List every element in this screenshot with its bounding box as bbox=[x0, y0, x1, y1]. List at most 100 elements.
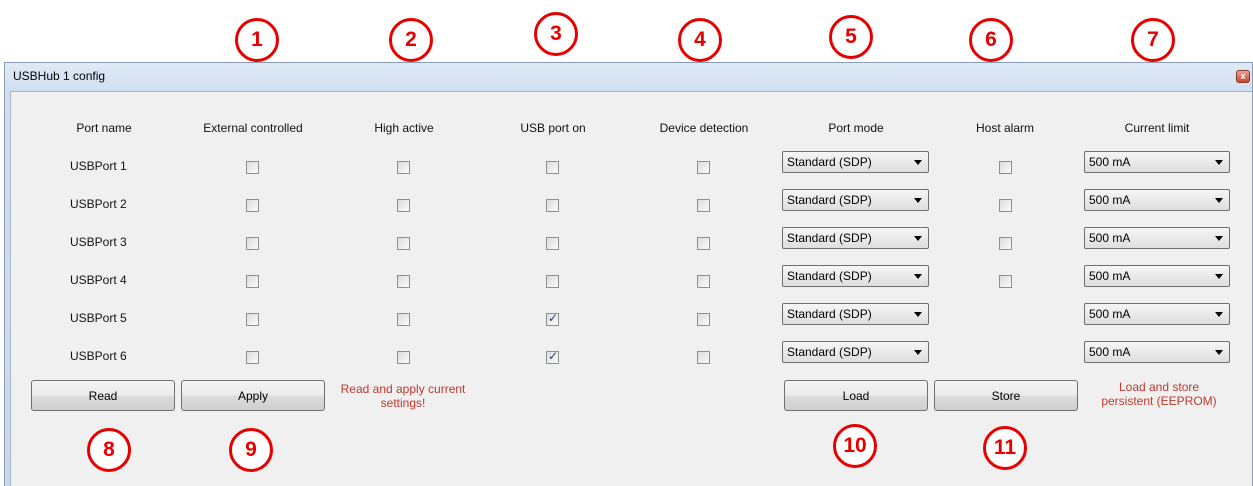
chevron-down-icon[interactable] bbox=[1215, 274, 1223, 279]
high-active-checkbox[interactable] bbox=[397, 199, 410, 212]
port-name-label: USBPort 6 bbox=[70, 349, 127, 363]
callout-2: 2 bbox=[389, 18, 433, 62]
load-button[interactable]: Load bbox=[784, 380, 928, 411]
port-mode-select[interactable]: Standard (SDP) bbox=[782, 151, 929, 173]
callout-7: 7 bbox=[1131, 18, 1175, 62]
device-detection-checkbox[interactable] bbox=[697, 199, 710, 212]
high-active-checkbox[interactable] bbox=[397, 275, 410, 288]
callout-10: 10 bbox=[833, 424, 877, 468]
port-mode-select-value: Standard (SDP) bbox=[787, 231, 872, 245]
load-store-note: Load and store persistent (EEPROM) bbox=[1084, 380, 1234, 408]
host-alarm-checkbox[interactable] bbox=[999, 199, 1012, 212]
current-limit-select[interactable]: 500 mA bbox=[1084, 151, 1230, 173]
chevron-down-icon[interactable] bbox=[914, 274, 922, 279]
current-limit-select-value: 500 mA bbox=[1089, 193, 1131, 207]
port-mode-select-value: Standard (SDP) bbox=[787, 155, 872, 169]
read-button[interactable]: Read bbox=[31, 380, 175, 411]
host-alarm-checkbox[interactable] bbox=[999, 237, 1012, 250]
high-active-checkbox[interactable] bbox=[397, 351, 410, 364]
title-bar[interactable]: USBHub 1 config x bbox=[5, 63, 1252, 90]
chevron-down-icon[interactable] bbox=[1215, 350, 1223, 355]
usb-port-on-checkbox[interactable] bbox=[546, 161, 559, 174]
current-limit-select[interactable]: 500 mA bbox=[1084, 341, 1230, 363]
current-limit-select-value: 500 mA bbox=[1089, 155, 1131, 169]
current-limit-select-value: 500 mA bbox=[1089, 345, 1131, 359]
header-current-limit: Current limit bbox=[1124, 121, 1190, 135]
device-detection-checkbox[interactable] bbox=[697, 313, 710, 326]
header-port-name: Port name bbox=[76, 121, 132, 135]
callout-1: 1 bbox=[235, 18, 279, 62]
device-detection-checkbox[interactable] bbox=[697, 161, 710, 174]
external-controlled-checkbox[interactable] bbox=[246, 237, 259, 250]
callout-11: 11 bbox=[983, 426, 1027, 470]
port-name-label: USBPort 3 bbox=[70, 235, 127, 249]
read-apply-note-line2: settings! bbox=[380, 396, 426, 410]
port-mode-select[interactable]: Standard (SDP) bbox=[782, 189, 929, 211]
chevron-down-icon[interactable] bbox=[1215, 312, 1223, 317]
current-limit-select[interactable]: 500 mA bbox=[1084, 265, 1230, 287]
header-port-mode: Port mode bbox=[828, 121, 884, 135]
usb-port-on-checkbox[interactable] bbox=[546, 311, 559, 326]
high-active-checkbox[interactable] bbox=[397, 313, 410, 326]
usb-port-on-checkbox[interactable] bbox=[546, 275, 559, 288]
header-device-detection: Device detection bbox=[659, 121, 749, 135]
chevron-down-icon[interactable] bbox=[1215, 160, 1223, 165]
port-mode-select[interactable]: Standard (SDP) bbox=[782, 265, 929, 287]
chevron-down-icon[interactable] bbox=[1215, 198, 1223, 203]
usb-port-on-checkbox[interactable] bbox=[546, 349, 559, 364]
port-mode-select-value: Standard (SDP) bbox=[787, 307, 872, 321]
callout-3: 3 bbox=[534, 12, 578, 56]
external-controlled-checkbox[interactable] bbox=[246, 351, 259, 364]
store-button[interactable]: Store bbox=[934, 380, 1078, 411]
close-icon[interactable]: x bbox=[1236, 70, 1250, 83]
chevron-down-icon[interactable] bbox=[914, 236, 922, 241]
host-alarm-checkbox[interactable] bbox=[999, 275, 1012, 288]
current-limit-select[interactable]: 500 mA bbox=[1084, 189, 1230, 211]
callout-9: 9 bbox=[229, 428, 273, 472]
chevron-down-icon[interactable] bbox=[1215, 236, 1223, 241]
load-store-note-line2: persistent (EEPROM) bbox=[1101, 394, 1217, 408]
current-limit-select-value: 500 mA bbox=[1089, 269, 1131, 283]
external-controlled-checkbox[interactable] bbox=[246, 313, 259, 326]
window-title: USBHub 1 config bbox=[13, 69, 106, 83]
chevron-down-icon[interactable] bbox=[914, 350, 922, 355]
external-controlled-checkbox[interactable] bbox=[246, 199, 259, 212]
read-apply-note-line1: Read and apply current bbox=[340, 382, 466, 396]
apply-button[interactable]: Apply bbox=[181, 380, 325, 411]
callout-8: 8 bbox=[87, 428, 131, 472]
port-mode-select[interactable]: Standard (SDP) bbox=[782, 341, 929, 363]
current-limit-select[interactable]: 500 mA bbox=[1084, 227, 1230, 249]
callout-5: 5 bbox=[829, 15, 873, 59]
external-controlled-checkbox[interactable] bbox=[246, 275, 259, 288]
chevron-down-icon[interactable] bbox=[914, 160, 922, 165]
port-name-label: USBPort 4 bbox=[70, 273, 127, 287]
chevron-down-icon[interactable] bbox=[914, 198, 922, 203]
port-mode-select[interactable]: Standard (SDP) bbox=[782, 227, 929, 249]
port-mode-select[interactable]: Standard (SDP) bbox=[782, 303, 929, 325]
callout-4: 4 bbox=[678, 18, 722, 62]
usb-port-on-checkbox[interactable] bbox=[546, 199, 559, 212]
high-active-checkbox[interactable] bbox=[397, 161, 410, 174]
port-mode-select-value: Standard (SDP) bbox=[787, 193, 872, 207]
usb-port-on-checkbox[interactable] bbox=[546, 237, 559, 250]
host-alarm-checkbox[interactable] bbox=[999, 161, 1012, 174]
external-controlled-checkbox[interactable] bbox=[246, 161, 259, 174]
device-detection-checkbox[interactable] bbox=[697, 275, 710, 288]
current-limit-select[interactable]: 500 mA bbox=[1084, 303, 1230, 325]
device-detection-checkbox[interactable] bbox=[697, 351, 710, 364]
high-active-checkbox[interactable] bbox=[397, 237, 410, 250]
port-mode-select-value: Standard (SDP) bbox=[787, 269, 872, 283]
port-name-label: USBPort 2 bbox=[70, 197, 127, 211]
header-high-active: High active bbox=[374, 121, 434, 135]
header-usb-port-on: USB port on bbox=[520, 121, 586, 135]
current-limit-select-value: 500 mA bbox=[1089, 307, 1131, 321]
callout-6: 6 bbox=[969, 18, 1013, 62]
device-detection-checkbox[interactable] bbox=[697, 237, 710, 250]
load-store-note-line1: Load and store bbox=[1118, 380, 1200, 394]
port-mode-select-value: Standard (SDP) bbox=[787, 345, 872, 359]
port-name-label: USBPort 5 bbox=[70, 311, 127, 325]
header-external-controlled: External controlled bbox=[203, 121, 303, 135]
port-name-label: USBPort 1 bbox=[70, 159, 127, 173]
chevron-down-icon[interactable] bbox=[914, 312, 922, 317]
client-area bbox=[10, 91, 1252, 486]
